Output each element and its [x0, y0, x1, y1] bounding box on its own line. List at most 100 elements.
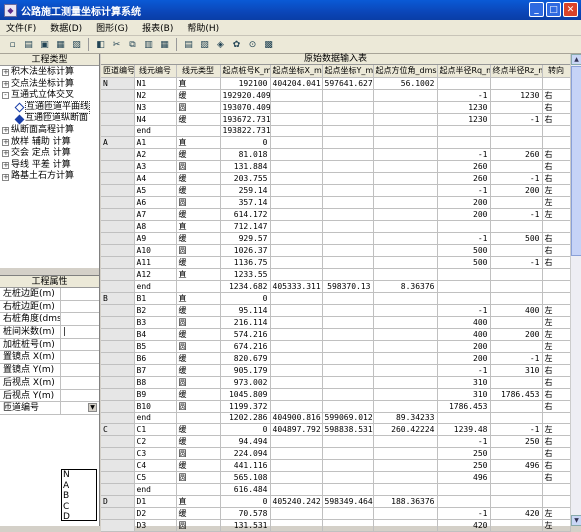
table-cell[interactable]	[270, 232, 323, 245]
table-cell[interactable]	[490, 412, 543, 424]
table-cell[interactable]: B7	[134, 364, 177, 377]
table-cell[interactable]	[322, 304, 374, 317]
save-icon[interactable]: ▣	[38, 38, 51, 51]
table-cell[interactable]	[542, 495, 571, 508]
table-row[interactable]: end 1234.682 405333.311 598370.13 8.36376	[101, 280, 571, 293]
table-cell[interactable]: -1	[490, 352, 543, 365]
table-cell[interactable]: 圆	[176, 160, 221, 173]
table-cell[interactable]	[542, 77, 571, 90]
tree-item[interactable]: + 导线 平差 计算	[2, 160, 99, 172]
table-cell[interactable]: 404897.792	[270, 423, 323, 436]
property-value-field[interactable]	[61, 301, 99, 313]
table-cell[interactable]	[373, 435, 438, 448]
tree-item[interactable]: 互通匝道平曲线	[2, 100, 99, 115]
table-cell[interactable]: B	[101, 292, 135, 305]
table-cell[interactable]: B4	[134, 328, 177, 341]
table-row[interactable]: A4 缓 203.755 260 -1 右	[101, 172, 571, 185]
tree-item[interactable]: + 纵断面高程计算	[2, 125, 99, 137]
table-cell[interactable]	[176, 280, 221, 293]
table-cell[interactable]	[490, 376, 543, 389]
table-row[interactable]: N2 缓 192920.409 -1 1230 右	[101, 89, 571, 102]
table-cell[interactable]	[437, 412, 491, 424]
table-cell[interactable]: 圆	[176, 340, 221, 353]
dropdown-option[interactable]: A	[63, 481, 96, 492]
table-cell[interactable]: D2	[134, 507, 177, 520]
table-cell[interactable]: -1	[437, 184, 491, 197]
dropdown-option[interactable]: D	[63, 512, 96, 523]
table-cell[interactable]: -1	[490, 208, 543, 221]
table-cell[interactable]	[101, 268, 135, 281]
table-cell[interactable]: 缓	[176, 328, 221, 341]
scroll-thumb[interactable]	[571, 66, 581, 256]
column-header[interactable]: 匝道编号	[101, 65, 135, 78]
table-cell[interactable]	[322, 459, 374, 472]
table-cell[interactable]: 右	[542, 232, 571, 245]
table-cell[interactable]: 1045.809	[220, 388, 271, 401]
table-cell[interactable]: 500	[490, 232, 543, 245]
column-header[interactable]: 线元类型	[176, 65, 221, 78]
table-cell[interactable]: 直	[176, 77, 221, 90]
table-row[interactable]: B B1 直 0	[101, 292, 571, 305]
table-cell[interactable]: 193672.731	[220, 113, 271, 126]
table-cell[interactable]: 缓	[176, 352, 221, 365]
table-cell[interactable]	[101, 256, 135, 269]
table-row[interactable]: A9 缓 929.57 -1 500 右	[101, 232, 571, 245]
table-cell[interactable]: 右	[542, 376, 571, 389]
table-cell[interactable]: C2	[134, 435, 177, 448]
table-cell[interactable]: B10	[134, 400, 177, 413]
table-cell[interactable]	[101, 352, 135, 365]
expand-icon[interactable]: +	[2, 173, 9, 181]
tree-item[interactable]: + 路基土石方计算	[2, 171, 99, 183]
table-cell[interactable]	[270, 376, 323, 389]
table-cell[interactable]	[490, 136, 543, 149]
table-cell[interactable]	[270, 256, 323, 269]
table-cell[interactable]	[322, 148, 374, 161]
table-cell[interactable]	[270, 268, 323, 281]
table-cell[interactable]: 圆	[176, 471, 221, 484]
table-row[interactable]: A7 缓 614.172 200 -1 左	[101, 208, 571, 221]
table-cell[interactable]	[490, 196, 543, 209]
table-cell[interactable]: 614.172	[220, 208, 271, 221]
table-cell[interactable]: -1	[490, 113, 543, 126]
table-cell[interactable]: 131.884	[220, 160, 271, 173]
table-cell[interactable]: -1	[437, 148, 491, 161]
table-row[interactable]: N N1 直 192100 404204.041 597641.627 56.1002	[101, 77, 571, 90]
table-row[interactable]: A3 圆 131.884 260 右	[101, 160, 571, 173]
table-icon[interactable]: ▤	[182, 38, 195, 51]
property-value-field[interactable]: |	[61, 326, 99, 338]
panel-splitter[interactable]	[0, 267, 99, 276]
table-cell[interactable]: 1786.453	[490, 388, 543, 401]
table-cell[interactable]: 右	[542, 459, 571, 472]
table-cell[interactable]	[322, 435, 374, 448]
table-cell[interactable]: A9	[134, 232, 177, 245]
table-cell[interactable]: 260	[437, 160, 491, 173]
table-cell[interactable]	[176, 412, 221, 424]
table-cell[interactable]: 1026.37	[220, 244, 271, 257]
table-cell[interactable]	[270, 364, 323, 377]
table-cell[interactable]: 400	[490, 304, 543, 317]
table-cell[interactable]: B9	[134, 388, 177, 401]
table-cell[interactable]: 缓	[176, 423, 221, 436]
table-cell[interactable]	[373, 160, 438, 173]
table-cell[interactable]: 左	[542, 423, 571, 436]
table-cell[interactable]: N2	[134, 89, 177, 102]
table-cell[interactable]: A4	[134, 172, 177, 185]
table-cell[interactable]	[101, 316, 135, 329]
dropdown-arrow-icon[interactable]: ▼	[88, 403, 97, 413]
table-cell[interactable]	[542, 136, 571, 149]
table-cell[interactable]: B6	[134, 352, 177, 365]
table-cell[interactable]	[542, 125, 571, 137]
table-cell[interactable]: 右	[542, 364, 571, 377]
table-cell[interactable]: 193070.409	[220, 101, 271, 114]
table-row[interactable]: end 193822.731	[101, 125, 571, 137]
table-cell[interactable]	[373, 388, 438, 401]
table-cell[interactable]	[373, 256, 438, 269]
expand-icon[interactable]: +	[2, 138, 9, 146]
column-header[interactable]: 终点半径Rz_m	[490, 65, 543, 78]
table-row[interactable]: A8 直 712.147	[101, 220, 571, 233]
table-cell[interactable]	[322, 340, 374, 353]
table-cell[interactable]	[322, 376, 374, 389]
table-cell[interactable]	[542, 292, 571, 305]
table-row[interactable]: B5 圆 674.216 200 左	[101, 340, 571, 353]
table-cell[interactable]	[322, 292, 374, 305]
